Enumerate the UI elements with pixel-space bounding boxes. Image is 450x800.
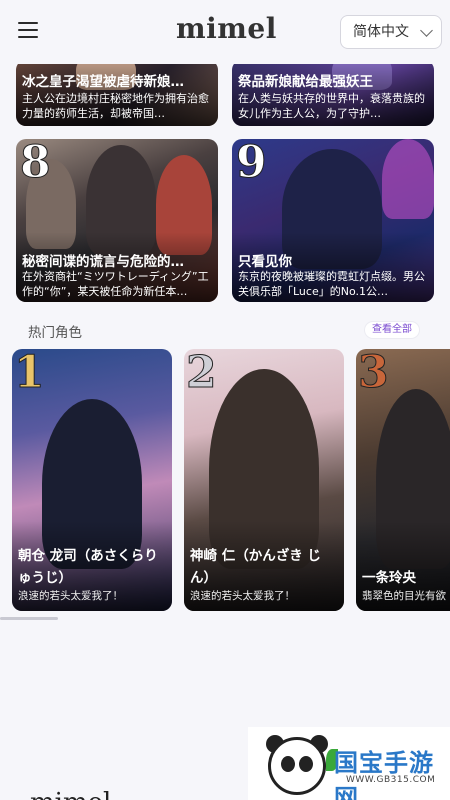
story-title: 冰之皇子渴望被虐待新娘… [22,74,184,90]
rank-badge: 9 [236,139,268,188]
story-desc: 主人公在边境村庄秘密地作为拥有治愈力量的药师生活，却被帝国… [22,92,209,120]
character-card[interactable]: 1 朝仓 龙司（あさくらりゅうじ） 浪速的若头太爱我了！ [12,349,172,611]
language-label: 简体中文 [353,24,409,40]
panda-icon [268,737,326,795]
character-name: 朝仓 龙司（あさくらりゅうじ） [18,548,158,586]
section-title: 热门角色 [28,325,82,341]
story-card[interactable]: 9 只看见你 东京的夜晚被璀璨的霓虹灯点缀。男公关俱乐部「Luce」的No.1公… [232,139,434,302]
story-title: 秘密间谍的谎言与危险的… [22,254,184,270]
character-tagline: 浪速的若头太爱我了！ [18,590,123,602]
story-desc: 在外资商社“ミツワトレーディング”工作的“你”，某天被任命为新任本… [22,270,209,298]
site-watermark: 国宝手游网 WWW.GB315.COM [248,727,450,800]
story-desc: 在人类与妖共存的世界中，衰落贵族的女儿作为主人公，为了守护… [238,92,425,120]
top-bar: mimel 简体中文 [0,0,450,64]
character-card[interactable]: 2 神崎 仁（かんざき じん） 浪速的若头太爱我了！ [184,349,344,611]
rank-badge: 1 [14,349,46,398]
view-all-button[interactable]: 查看全部 [364,321,420,339]
character-tagline: 浪速的若头太爱我了！ [190,590,295,602]
rank-badge: 8 [20,139,52,188]
watermark-brand: 国宝手游网 [334,749,434,800]
character-name: 一条玲央 [362,570,416,586]
character-name: 神崎 仁（かんざき じん） [190,548,321,586]
horizontal-scrollbar[interactable] [0,617,58,620]
character-card[interactable]: 3 一条玲央 翡翠色的目光有欲一… [356,349,450,611]
story-title: 祭品新娘献给最强妖王 [238,74,373,90]
chevron-down-icon [420,24,433,37]
story-card[interactable]: 冰之皇子渴望被虐待新娘… 主人公在边境村庄秘密地作为拥有治愈力量的药师生活，却被… [16,60,218,126]
character-tagline: 翡翠色的目光有欲一… [362,590,446,602]
story-title: 只看见你 [238,254,292,270]
rank-badge: 3 [358,349,390,398]
footer-logo: mimel [30,784,110,800]
language-select[interactable]: 简体中文 [340,15,442,49]
app-logo[interactable]: mimel [176,12,277,45]
story-card[interactable]: 8 秘密间谍的谎言与危险的… 在外资商社“ミツワトレーディング”工作的“你”，某… [16,139,218,302]
rank-badge: 2 [186,349,218,398]
story-card[interactable]: 祭品新娘献给最强妖王 在人类与妖共存的世界中，衰落贵族的女儿作为主人公，为了守护… [232,60,434,126]
menu-icon[interactable] [18,22,38,40]
watermark-url: WWW.GB315.COM [346,775,436,785]
story-desc: 东京的夜晚被璀璨的霓虹灯点缀。男公关俱乐部「Luce」的No.1公… [238,270,425,298]
